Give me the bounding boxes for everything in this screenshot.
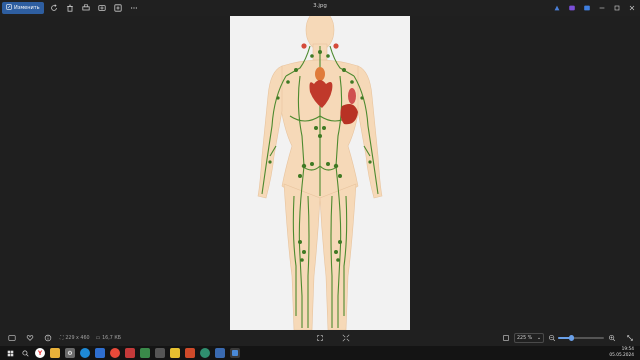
taskbar-search-button[interactable] xyxy=(20,348,30,358)
taskbar-yandex[interactable]: Y xyxy=(35,348,45,358)
taskbar-photos[interactable] xyxy=(140,348,150,358)
taskbar-photo-viewer[interactable] xyxy=(230,348,240,358)
copilot-icon xyxy=(554,5,560,11)
actual-size-icon xyxy=(342,334,350,342)
taskbar-pdf[interactable] xyxy=(125,348,135,358)
rotate-button[interactable] xyxy=(48,2,60,14)
rotate-icon xyxy=(50,4,57,11)
settings-icon: ⚙ xyxy=(67,349,73,357)
zoom-slider-thumb[interactable] xyxy=(569,335,575,341)
taskbar-paint[interactable] xyxy=(215,348,225,358)
info-button[interactable] xyxy=(42,332,54,344)
dimensions-icon: ⛶ xyxy=(60,336,64,341)
edit-image-icon xyxy=(6,4,12,12)
copilot-button[interactable] xyxy=(551,2,563,14)
start-icon xyxy=(7,350,13,356)
file-size-text: 16,7 КБ xyxy=(102,335,122,341)
image-dimensions: ⛶ 229 x 460 xyxy=(60,335,90,342)
dimensions-text: 229 x 460 xyxy=(65,335,90,341)
crop-view-button[interactable] xyxy=(500,332,512,344)
share-button[interactable] xyxy=(581,2,593,14)
heart-icon xyxy=(26,335,34,341)
taskbar-media[interactable] xyxy=(200,348,210,358)
lymphatic-system-figure xyxy=(257,16,383,330)
taskbar-store[interactable] xyxy=(95,348,105,358)
fit-window-button[interactable] xyxy=(314,332,326,344)
add-button[interactable] xyxy=(112,2,124,14)
taskbar-edge[interactable] xyxy=(80,348,90,358)
minimize-button[interactable] xyxy=(596,2,608,14)
photo-viewer-icon xyxy=(232,350,238,356)
taskbar-office[interactable] xyxy=(185,348,195,358)
chevron-down-icon: ⌄ xyxy=(536,335,541,341)
displayed-image[interactable] xyxy=(230,16,410,330)
favorite-button[interactable] xyxy=(24,332,36,344)
search-icon xyxy=(21,349,29,357)
crop-view-icon xyxy=(503,335,509,341)
album-icon xyxy=(98,5,106,11)
zoom-in-button[interactable] xyxy=(606,332,618,344)
info-icon xyxy=(44,334,52,342)
zoom-out-icon xyxy=(549,335,556,342)
maximize-icon xyxy=(614,5,620,11)
delete-icon xyxy=(66,4,73,12)
edit-image-label: Изменить xyxy=(14,5,40,11)
taskbar-chrome[interactable] xyxy=(110,348,120,358)
close-button[interactable] xyxy=(626,2,638,14)
clipchamp-icon xyxy=(569,5,575,11)
maximize-button[interactable] xyxy=(611,2,623,14)
close-icon xyxy=(629,5,635,11)
zoom-in-icon xyxy=(609,335,616,342)
taskbar: Y ⚙ 19:54 05.05.2024 xyxy=(0,346,640,360)
zoom-out-button[interactable] xyxy=(546,332,558,344)
edit-image-button[interactable]: Изменить xyxy=(2,2,44,14)
zoom-dropdown[interactable]: 225 % ⌄ xyxy=(514,333,544,343)
fullscreen-button[interactable] xyxy=(624,332,636,344)
share-icon xyxy=(584,5,590,11)
fit-window-icon xyxy=(317,335,323,341)
filmstrip-icon xyxy=(8,335,16,341)
actual-size-button[interactable] xyxy=(340,332,352,344)
taskbar-files[interactable] xyxy=(50,348,60,358)
taskbar-notes[interactable] xyxy=(170,348,180,358)
taskbar-settings[interactable]: ⚙ xyxy=(65,348,75,358)
album-button[interactable] xyxy=(96,2,108,14)
more-icon xyxy=(130,7,137,9)
yandex-icon: Y xyxy=(37,349,43,357)
clock-date: 05.05.2024 xyxy=(609,353,634,358)
clipchamp-button[interactable] xyxy=(566,2,578,14)
zoom-level: 225 % xyxy=(517,335,533,341)
file-size: ▭ 16,7 КБ xyxy=(96,336,121,341)
add-icon xyxy=(114,4,122,12)
delete-button[interactable] xyxy=(64,2,76,14)
fullscreen-icon xyxy=(627,335,633,341)
minimize-icon xyxy=(599,7,605,9)
print-button[interactable] xyxy=(80,2,92,14)
title-bar: Изменить 3.jpg xyxy=(0,0,640,16)
zoom-slider[interactable] xyxy=(558,335,604,341)
print-icon xyxy=(82,4,90,11)
image-viewer[interactable] xyxy=(0,16,640,330)
status-bar: ⛶ 229 x 460 ▭ 16,7 КБ 225 % ⌄ xyxy=(0,330,640,346)
start-button[interactable] xyxy=(5,348,15,358)
taskbar-camera[interactable] xyxy=(155,348,165,358)
file-icon: ▭ xyxy=(95,335,101,341)
system-clock[interactable]: 19:54 05.05.2024 xyxy=(609,347,634,359)
more-button[interactable] xyxy=(128,2,140,14)
filmstrip-button[interactable] xyxy=(6,332,18,344)
